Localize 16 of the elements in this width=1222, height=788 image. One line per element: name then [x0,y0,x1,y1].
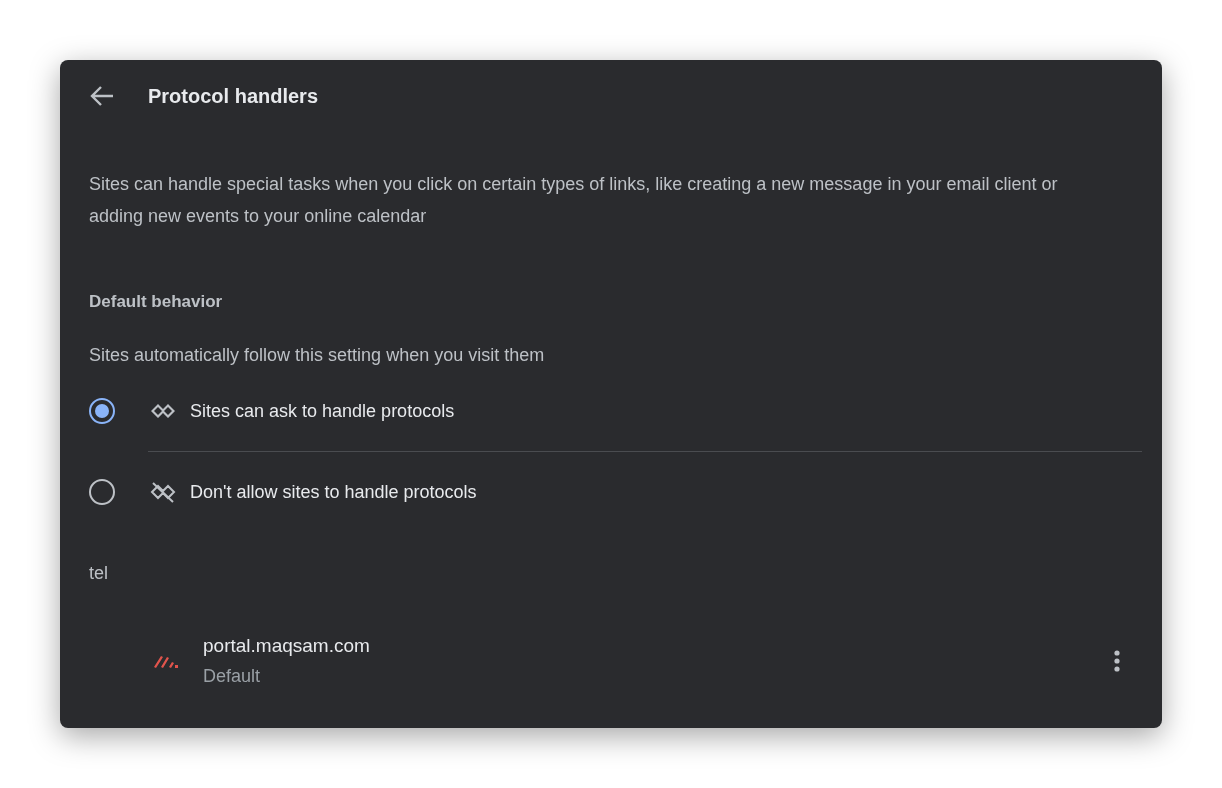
site-host: portal.maqsam.com [203,634,371,658]
option-label: Don't allow sites to handle protocols [190,481,477,503]
site-status: Default [203,665,262,688]
radio-button[interactable] [89,479,115,505]
more-vertical-icon [1114,650,1120,672]
section-subtitle: Sites automatically follow this setting when you visit them [89,344,546,367]
option-label: Sites can ask to handle protocols [190,400,455,422]
description-text: Sites can handle special tasks when you click on certain types of links, like creating a new message in your email client or adding new events to your online calendar [89,173,1059,228]
back-arrow-icon [89,85,115,107]
diamond-arrows-off-icon [149,480,177,504]
radio-button[interactable] [89,398,115,424]
section-heading: Default behavior [89,291,224,313]
site-logo-icon [153,654,179,668]
page-title: Protocol handlers [148,84,319,108]
protocol-name: tel [89,562,109,585]
back-button[interactable] [89,85,115,107]
